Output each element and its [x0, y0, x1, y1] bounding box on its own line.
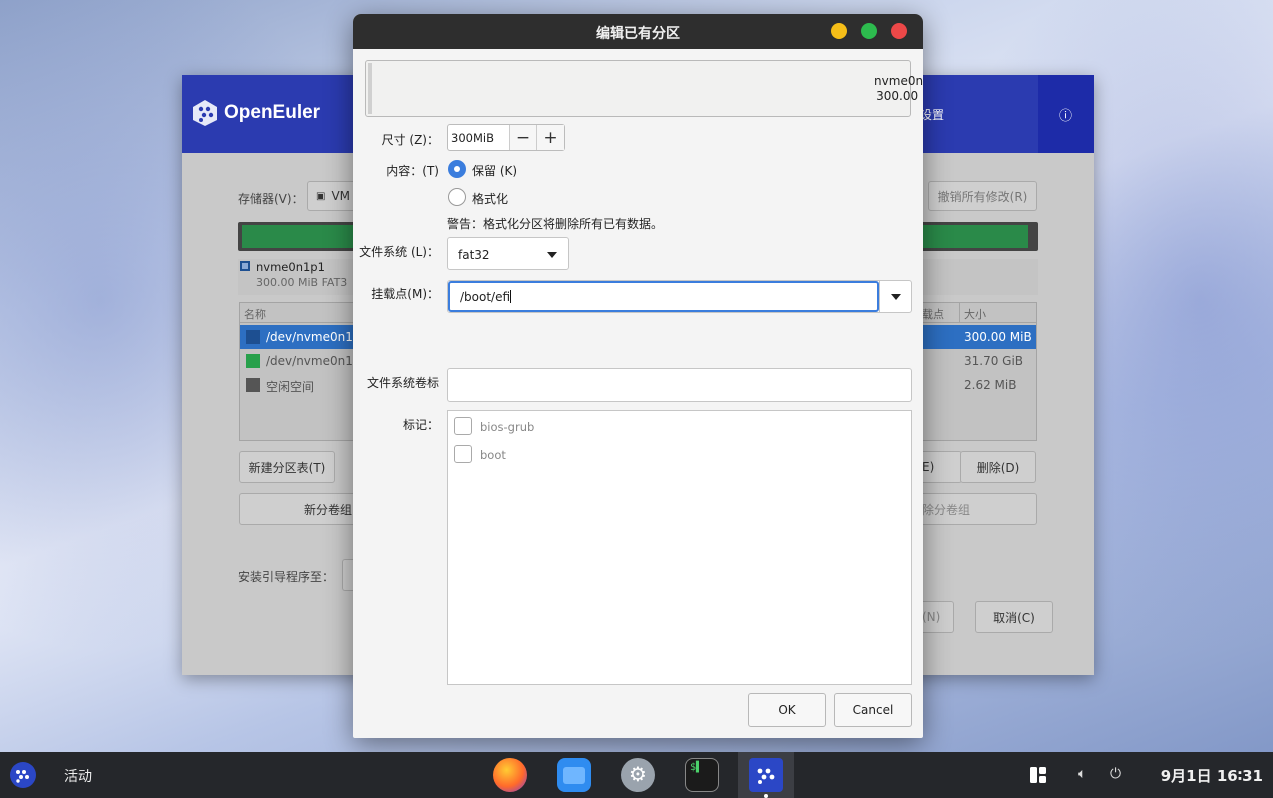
layout-icon[interactable] [1030, 767, 1046, 783]
row-size: 31.70 GiB [964, 354, 1024, 368]
partition-name: nvme0n1p1 [874, 74, 923, 88]
openeuler-installer-icon [757, 768, 775, 784]
partition-size: 300.00 MiB [876, 89, 923, 103]
openeuler-menu-icon[interactable] [9, 761, 37, 789]
settings-icon[interactable]: ⚙ [621, 758, 655, 792]
fs-volume-input[interactable] [447, 368, 912, 402]
row-size: 2.62 MiB [964, 378, 1017, 392]
openeuler-logo-icon [193, 100, 217, 126]
content-label: 内容：(T) [386, 164, 439, 178]
chevron-down-icon [547, 252, 557, 258]
next-button[interactable]: (N) [922, 601, 954, 633]
decrease-size-button[interactable]: − [510, 125, 537, 150]
mountpoint-combo[interactable]: /boot/efi [447, 280, 912, 313]
filesystem-select[interactable]: fat32 [447, 237, 569, 270]
mountpoint-dropdown-button[interactable] [879, 281, 912, 312]
disk-icon: ▣ [316, 190, 326, 202]
mountpoint-input[interactable]: /boot/efi [448, 281, 879, 312]
format-radio[interactable] [448, 188, 466, 206]
storage-value: VM [331, 189, 351, 203]
size-label: 尺寸 (Z)： [381, 133, 439, 147]
installer-cancel-button[interactable]: 取消(C) [975, 601, 1053, 633]
openeuler-logo: OpenEuler [192, 99, 320, 127]
header-name: 名称 [244, 308, 266, 321]
firefox-icon[interactable] [493, 758, 527, 792]
flags-list: bios-grub boot [447, 410, 912, 685]
files-icon[interactable] [557, 758, 591, 792]
dialog-titlebar[interactable]: 编辑已有分区 [353, 14, 923, 49]
checkbox[interactable] [454, 445, 472, 463]
flag-label: boot [480, 448, 506, 462]
header-divider [959, 303, 960, 323]
selected-partition-detail: 300.00 MiB FAT3 [256, 276, 348, 289]
ok-button[interactable]: OK [748, 693, 826, 727]
volume-icon[interactable]: 🔈︎ [1078, 766, 1086, 782]
row-name: 空闲空间 [266, 380, 315, 394]
activities-button[interactable]: 活动 [64, 766, 92, 786]
format-warning: 警告：格式化分区将删除所有已有数据。 [447, 217, 664, 231]
delete-button[interactable]: 删除(D) [960, 451, 1036, 483]
chevron-down-icon [891, 294, 901, 300]
flag-label: bios-grub [480, 420, 535, 434]
partition-summary: nvme0n1p1 300.00 MiB [365, 60, 923, 117]
mountpoint-label: 挂载点(M)： [371, 287, 439, 301]
terminal-icon[interactable]: $▌ [685, 758, 719, 792]
running-indicator [764, 794, 768, 798]
maximize-button[interactable] [861, 23, 877, 39]
partition-swatch [246, 354, 260, 368]
size-value[interactable]: 300MiB [448, 125, 510, 150]
close-button[interactable] [891, 23, 907, 39]
brand-text: OpenEuler [224, 102, 321, 123]
keep-radio[interactable] [448, 160, 466, 178]
folder-shape [563, 767, 585, 784]
power-icon[interactable]: ⏻ [1110, 766, 1121, 782]
header-setting-text: 设置 [920, 108, 945, 122]
delete-volume-group-button[interactable]: 除分卷组 [922, 493, 1037, 525]
edit-partition-dialog: 编辑已有分区 nvme0n1p1 300.00 MiB 尺寸 (Z)： 300M… [353, 14, 923, 738]
new-partition-table-button[interactable]: 新建分区表(T) [239, 451, 335, 483]
flags-label: 标记： [402, 418, 439, 432]
size-stepper[interactable]: 300MiB − + [447, 124, 565, 151]
partition-swatch [246, 330, 260, 344]
format-label: 格式化 [472, 192, 509, 206]
cancel-button[interactable]: Cancel [834, 693, 912, 727]
info-panel[interactable]: ⓘ [1038, 75, 1094, 153]
new-volume-group-button[interactable]: 新分卷组 [239, 493, 359, 525]
filesystem-value: fat32 [458, 248, 490, 262]
terminal-prompt-icon: $▌ [690, 762, 703, 773]
keep-label: 保留 (K) [472, 164, 518, 178]
header-mount: 载点 [922, 308, 944, 321]
selected-partition-name: nvme0n1p1 [256, 260, 325, 274]
gear-icon: ⚙ [629, 762, 647, 786]
storage-label: 存储器(V)： [238, 192, 304, 206]
minimize-button[interactable] [831, 23, 847, 39]
mountpoint-value: /boot/efi [460, 290, 511, 304]
partition-color-icon [240, 261, 250, 271]
clock[interactable]: 9月1日 16∶31 [1161, 765, 1263, 786]
filesystem-label: 文件系统 (L)： [359, 245, 439, 259]
edit-button[interactable]: E) [922, 451, 962, 483]
row-size: 300.00 MiB [964, 330, 1032, 344]
fs-volume-label: 文件系统卷标 [366, 376, 439, 390]
taskbar: 活动 ⚙ $▌ 🔈︎ ⏻ 9月1日 16∶31 [0, 752, 1273, 798]
installer-icon[interactable] [749, 758, 783, 792]
bootloader-label: 安装引导程序至： [238, 570, 335, 584]
increase-size-button[interactable]: + [537, 125, 564, 150]
info-icon[interactable]: ⓘ [1059, 105, 1072, 124]
partition-swatch [246, 378, 260, 392]
header-size: 大小 [964, 308, 986, 321]
revert-all-button[interactable]: 撤销所有修改(R) [928, 181, 1037, 211]
checkbox[interactable] [454, 417, 472, 435]
